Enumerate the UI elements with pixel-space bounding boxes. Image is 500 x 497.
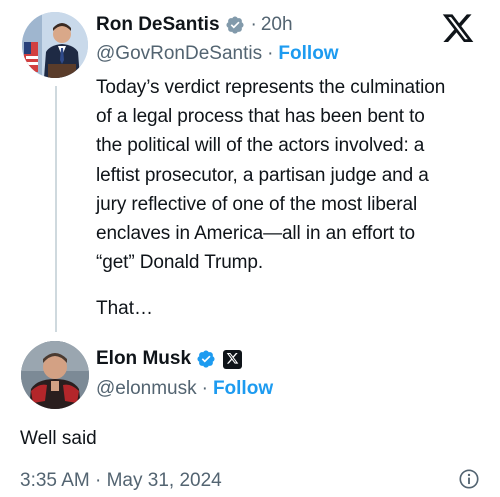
avatar-photo <box>22 12 88 78</box>
tweet-text-line: the political will of the actors involve… <box>96 135 425 157</box>
author-handle[interactable]: @GovRonDeSantis <box>96 43 262 65</box>
tweet-text-line: Today’s verdict represents the culminati… <box>96 77 446 98</box>
author-name[interactable]: Ron DeSantis <box>96 14 220 36</box>
tweet-time-separator: · <box>250 14 257 35</box>
reply-author-row: Elon Musk <box>96 346 243 372</box>
avatar-photo <box>21 341 89 409</box>
tweet-text-line: enclaves in America—all in an effort to <box>96 223 415 245</box>
tweet-text-line: jury reflective of one of the most liber… <box>96 193 418 215</box>
x-logo-icon[interactable] <box>441 14 475 46</box>
reply-author-name[interactable]: Elon Musk <box>96 348 191 370</box>
tweet-text-truncated[interactable]: That… <box>96 298 153 320</box>
tweet-time[interactable]: 20h <box>261 14 293 36</box>
tweet-author-row: Ron DeSantis · 20h <box>96 12 293 38</box>
thread-line <box>55 86 57 332</box>
reply-text: Well said <box>20 428 97 449</box>
separator: · <box>267 43 274 64</box>
separator: · <box>201 378 208 399</box>
tweet-text: Today’s verdict represents the culminati… <box>96 73 492 277</box>
reply-handle-row: @elonmusk · Follow <box>96 378 273 400</box>
tweet-text-line: “get” Donald Trump. <box>96 252 264 274</box>
verified-badge-icon <box>196 349 216 369</box>
verified-badge-icon <box>225 15 245 35</box>
tweet-text-line: leftist prosecutor, a partisan judge and… <box>96 164 429 186</box>
reply-avatar[interactable] <box>21 341 89 409</box>
tweet-handle-row: @GovRonDeSantis · Follow <box>96 43 339 65</box>
tweet-text-line: of a legal process that has been bent to <box>96 106 425 128</box>
avatar[interactable] <box>22 12 88 78</box>
reply-author-handle[interactable]: @elonmusk <box>96 378 197 400</box>
reply-timestamp[interactable]: 3:35 AM · May 31, 2024 <box>20 470 222 492</box>
info-icon[interactable] <box>458 468 480 490</box>
follow-button[interactable]: Follow <box>278 43 338 65</box>
reply-follow-button[interactable]: Follow <box>213 378 273 400</box>
x-affiliation-icon[interactable] <box>223 349 243 369</box>
